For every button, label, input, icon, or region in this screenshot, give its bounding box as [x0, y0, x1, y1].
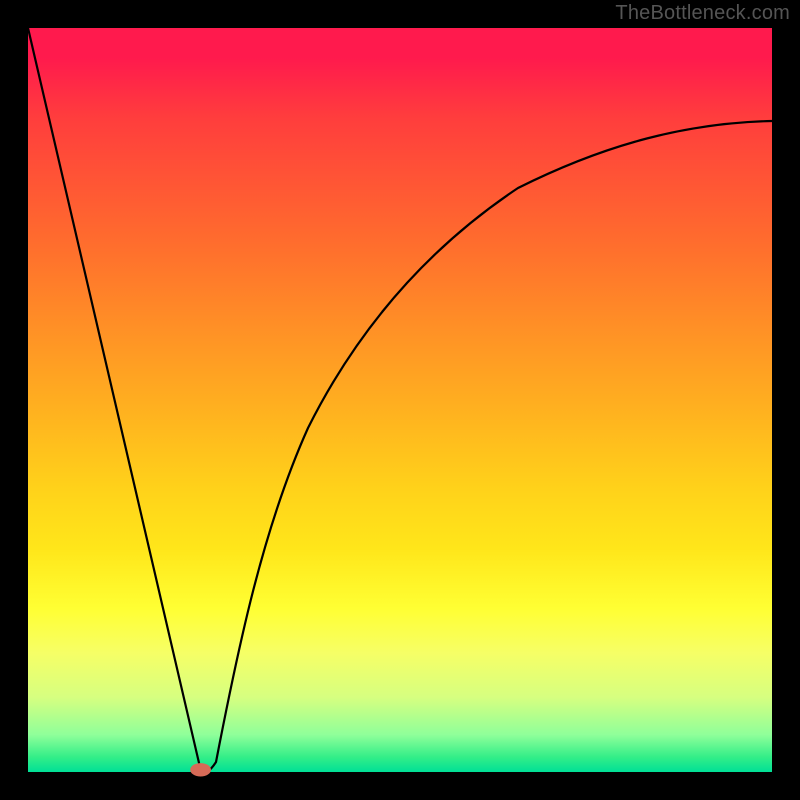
chart-frame: TheBottleneck.com: [0, 0, 800, 800]
chart-svg: [28, 28, 772, 772]
minimum-marker: [190, 763, 211, 776]
watermark-text: TheBottleneck.com: [615, 2, 790, 25]
bottleneck-curve: [28, 28, 772, 772]
